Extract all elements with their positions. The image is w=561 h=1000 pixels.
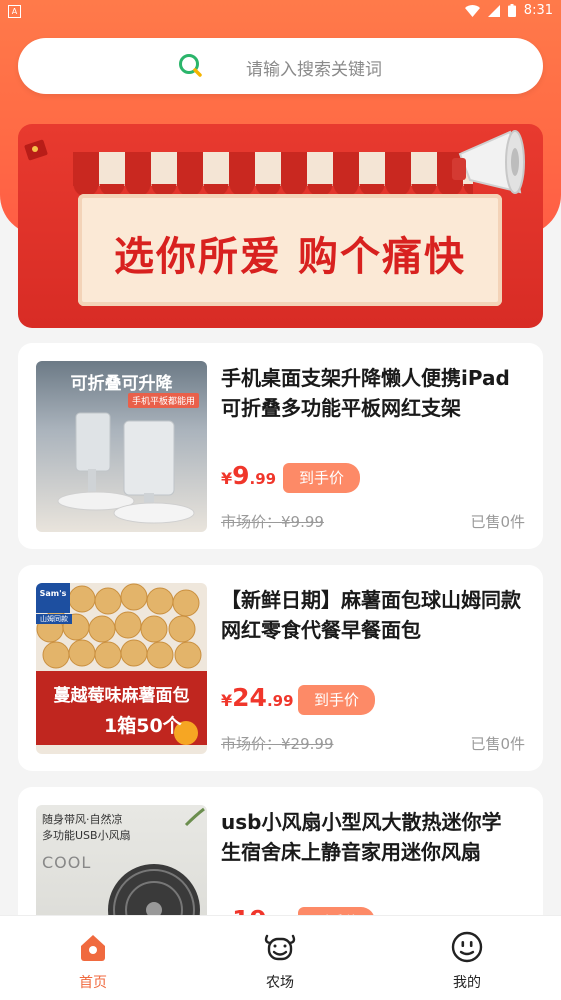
product-card[interactable]: 可折叠可升降 手机平板都能用 手机桌面支架升降懒人便携iPad可折叠多功能平板网… — [18, 343, 543, 549]
product-title: 手机桌面支架升降懒人便携iPad可折叠多功能平板网红支架 — [221, 366, 510, 420]
tab-home[interactable]: 首页 — [33, 930, 153, 992]
product-price: ¥9.99 — [221, 461, 276, 490]
product-card[interactable]: Sam's 山姆同款 蔓越莓味麻薯面包 1箱50个 【新鲜日期】麻薯面包球山姆同… — [18, 565, 543, 771]
bottom-tab-bar: 首页 农场 我的 — [0, 915, 561, 1000]
market-price: 市场价：¥9.99 — [221, 513, 324, 531]
price-currency: ¥ — [221, 691, 233, 710]
price-integer: 24 — [232, 683, 267, 712]
banner-awning — [73, 152, 473, 196]
wifi-icon — [464, 4, 480, 17]
status-time: 8:31 — [523, 3, 553, 18]
product-image-subcaption: 1箱50个 — [104, 715, 182, 737]
search-icon — [179, 54, 202, 77]
market-price: 市场价：¥29.99 — [221, 735, 334, 753]
tab-farm[interactable]: 农场 — [220, 930, 340, 992]
brand-badge-sub: 山姆同款 — [36, 614, 72, 624]
brand-badge: Sam's — [39, 589, 67, 598]
sold-count: 已售0件 — [470, 735, 525, 753]
product-image-caption: 蔓越莓味麻薯面包 — [53, 686, 190, 706]
tab-label: 首页 — [79, 975, 107, 991]
product-title: 【新鲜日期】麻薯面包球山姆同款网红零食代餐早餐面包 — [221, 588, 521, 642]
price-currency: ¥ — [221, 469, 233, 488]
banner-board: 选你所爱 购个痛快 — [78, 194, 502, 306]
megaphone-icon — [452, 130, 525, 194]
product-price: ¥24.99 — [221, 683, 294, 712]
product-image: 可折叠可升降 手机平板都能用 — [36, 361, 207, 532]
product-image: Sam's 山姆同款 蔓越莓味麻薯面包 1箱50个 — [36, 583, 207, 754]
tab-label: 我的 — [453, 975, 481, 991]
app-notification-icon: A — [8, 5, 21, 18]
search-bar[interactable]: 请输入搜索关键词 — [18, 38, 543, 94]
price-decimal: .99 — [249, 470, 277, 488]
price-integer: 9 — [232, 461, 250, 490]
status-bar: A 8:31 — [0, 0, 561, 24]
battery-icon — [507, 4, 516, 17]
promo-banner[interactable]: 选你所爱 购个痛快 — [18, 124, 543, 328]
cow-icon — [264, 934, 296, 961]
final-price-tag: 到手价 — [283, 463, 361, 493]
smile-icon — [451, 931, 483, 963]
final-price-tag: 到手价 — [298, 685, 376, 715]
signal-icon — [487, 4, 500, 17]
price-decimal: .99 — [266, 692, 294, 710]
tab-label: 农场 — [266, 975, 294, 991]
phone-stand-illustration — [57, 412, 195, 524]
banner-slogan: 选你所爱 购个痛快 — [114, 234, 466, 280]
product-title: usb小风扇小型风大散热迷你学生宿舍床上静音家用迷你风扇 — [221, 810, 502, 864]
red-envelope-icon — [24, 139, 48, 161]
home-icon — [81, 935, 105, 961]
sold-count: 已售0件 — [470, 513, 525, 531]
search-placeholder: 请输入搜索关键词 — [246, 60, 382, 80]
tab-mine[interactable]: 我的 — [407, 930, 527, 992]
